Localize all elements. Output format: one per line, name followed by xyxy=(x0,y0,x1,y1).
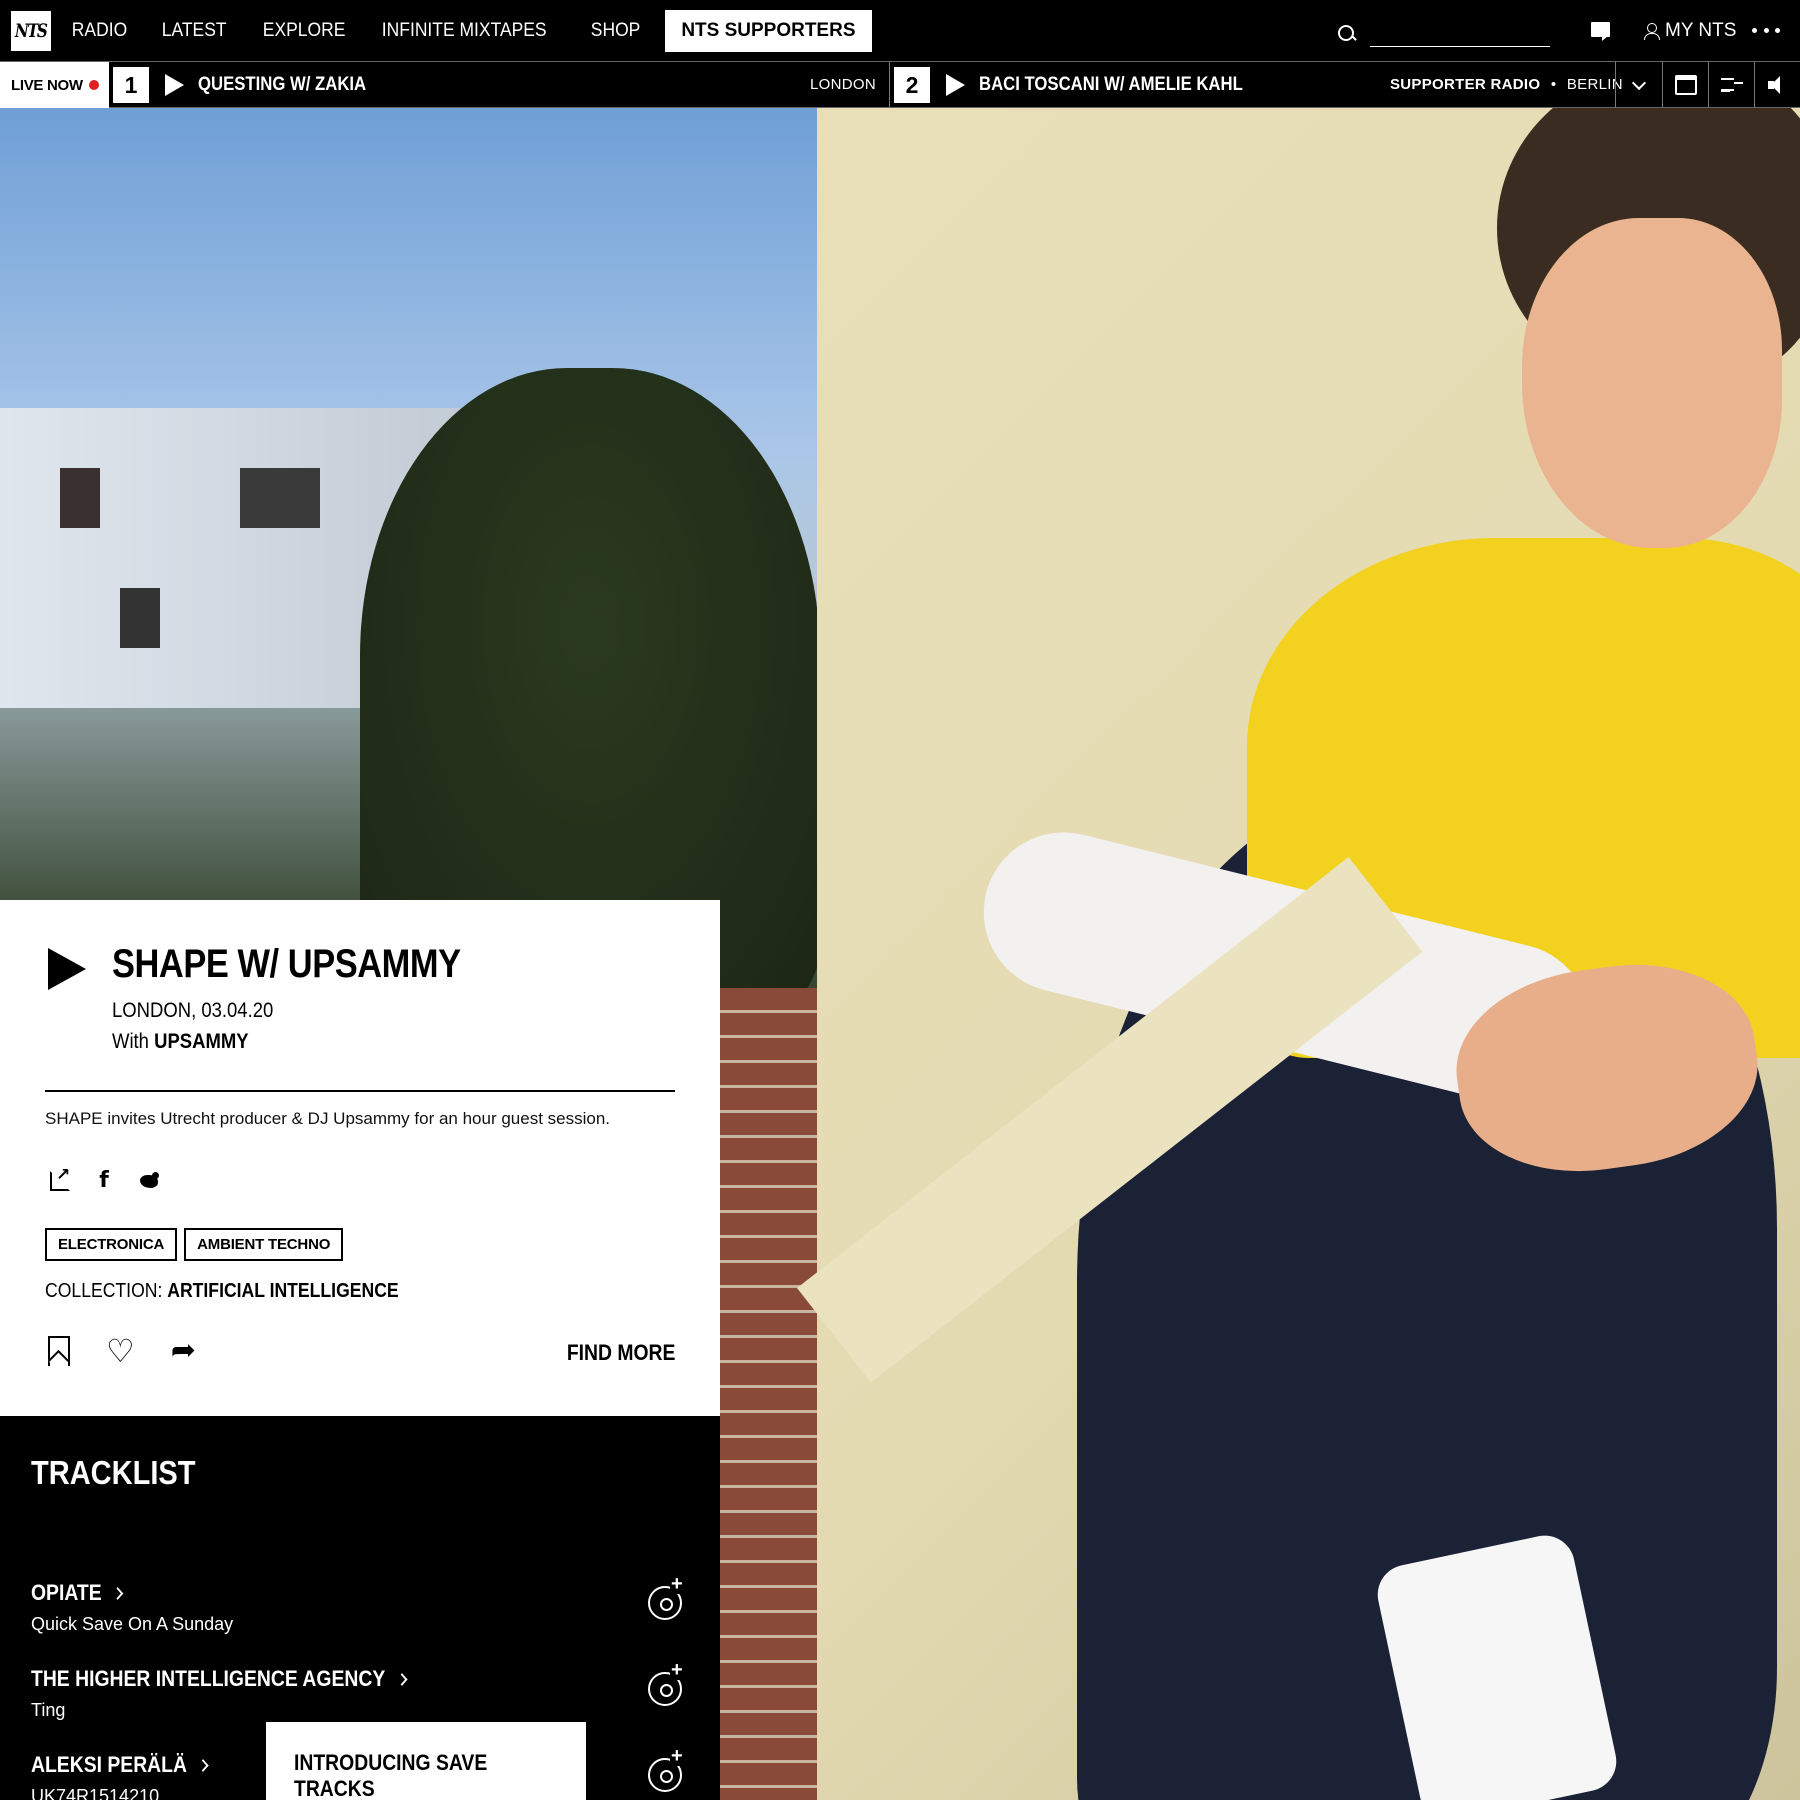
with-prefix: With xyxy=(112,1030,149,1053)
track-artist-link[interactable]: THE HIGHER INTELLIGENCE AGENCY xyxy=(31,1666,408,1692)
nav-link-radio[interactable]: Radio xyxy=(58,20,141,42)
host-link[interactable]: UPSAMMY xyxy=(154,1030,248,1053)
share-links: f xyxy=(50,1165,160,1192)
collection-link[interactable]: ARTIFICIAL INTELLIGENCE xyxy=(167,1280,398,1302)
channel-2-number: 2 xyxy=(894,67,930,103)
chevron-right-icon xyxy=(395,1672,408,1686)
channel-2-player[interactable]: 2 BACI TOSCANI W/ AMELIE KAHL xyxy=(894,62,1279,108)
twitter-icon[interactable] xyxy=(138,1171,160,1191)
channel-1-title: QUESTING W/ ZAKIA xyxy=(198,74,367,95)
nts-supporters-button[interactable]: NTS SUPPORTERS xyxy=(665,9,872,52)
genre-tag-ambient-techno[interactable]: AMBIENT TECHNO xyxy=(184,1228,344,1261)
bookmark-icon[interactable] xyxy=(48,1336,70,1366)
search-input[interactable] xyxy=(1370,18,1550,47)
facebook-icon[interactable]: f xyxy=(94,1170,114,1192)
show-actions: ♡ ➦ xyxy=(48,1335,196,1367)
playlist-icon xyxy=(1721,77,1743,93)
channel-1-player[interactable]: 1 QUESTING W/ ZAKIA xyxy=(113,62,389,108)
save-track-icon[interactable] xyxy=(648,1746,684,1792)
show-info-card: SHAPE W/ UPSAMMY LONDON, 03.04.20 With U… xyxy=(0,900,720,1416)
expand-schedule-button[interactable] xyxy=(1616,62,1662,108)
nav-link-latest[interactable]: Latest xyxy=(148,20,240,42)
track-artist-link[interactable]: ALEKSI PERÄLÄ xyxy=(31,1752,209,1778)
top-navigation: NTS Radio Latest Explore Infinite Mixtap… xyxy=(0,0,1800,61)
collection-label: COLLECTION: xyxy=(45,1280,163,1302)
nav-link-infinite-mixtapes[interactable]: Infinite Mixtapes xyxy=(368,20,560,42)
track-row: OPIATE Quick Save On A Sunday xyxy=(31,1574,691,1660)
live-dot-icon xyxy=(88,80,99,90)
genre-tags: ELECTRONICA AMBIENT TECHNO xyxy=(45,1228,344,1261)
channel-1-location: LONDON xyxy=(810,76,876,93)
channel-1-play-icon[interactable] xyxy=(165,74,184,96)
nts-logo[interactable]: NTS xyxy=(11,11,51,51)
play-icon[interactable] xyxy=(48,948,86,990)
chat-icon[interactable] xyxy=(1591,22,1610,41)
show-hosts: With UPSAMMY xyxy=(112,1030,249,1054)
save-track-icon[interactable] xyxy=(648,1574,684,1620)
track-title: Quick Save On A Sunday xyxy=(31,1614,234,1634)
divider xyxy=(889,62,890,108)
save-track-icon[interactable] xyxy=(648,1660,684,1706)
track-artist-link[interactable]: OPIATE xyxy=(31,1580,124,1606)
channel-2-meta: SUPPORTER RADIO • BERLIN xyxy=(1390,76,1623,93)
channel-2-play-icon[interactable] xyxy=(946,74,965,96)
external-link-icon[interactable] xyxy=(50,1165,70,1191)
live-bar: LIVE NOW 1 QUESTING W/ ZAKIA LONDON 2 BA… xyxy=(0,61,1800,108)
search xyxy=(1336,18,1550,48)
find-more-button[interactable]: FIND MORE xyxy=(566,1340,675,1366)
volume-button[interactable] xyxy=(1755,62,1800,108)
photo-brick-wall xyxy=(720,988,817,1800)
chevron-right-icon xyxy=(112,1586,124,1600)
tracklist-title: TRACKLIST xyxy=(31,1454,196,1491)
nav-links: Radio Latest Explore Infinite Mixtapes S… xyxy=(58,0,872,61)
show-title: SHAPE W/ UPSAMMY xyxy=(112,942,461,986)
channel-2-separator: • xyxy=(1550,76,1557,93)
collection: COLLECTION: ARTIFICIAL INTELLIGENCE xyxy=(45,1280,399,1303)
photo-figure-face xyxy=(1522,218,1782,548)
more-icon[interactable] xyxy=(1752,28,1780,34)
save-tracks-popup[interactable]: INTRODUCING SAVE TRACKS xyxy=(266,1722,586,1800)
show-location-date: LONDON, 03.04.20 xyxy=(112,999,274,1022)
my-nts-button[interactable]: MY NTS xyxy=(1644,18,1736,44)
nav-link-explore[interactable]: Explore xyxy=(249,20,359,42)
genre-tag-electronica[interactable]: ELECTRONICA xyxy=(45,1228,178,1261)
track-title: Ting xyxy=(31,1700,66,1720)
show-description: SHAPE invites Utrecht producer & DJ Upsa… xyxy=(45,1109,611,1128)
photo-right-panel xyxy=(797,108,1800,1800)
calendar-icon xyxy=(1675,75,1697,95)
search-icon[interactable] xyxy=(1336,22,1358,44)
heart-icon[interactable]: ♡ xyxy=(106,1335,135,1367)
channel-2-title: BACI TOSCANI W/ AMELIE KAHL xyxy=(979,74,1243,95)
track-title: UK74R1514210 xyxy=(31,1786,160,1800)
popup-text: INTRODUCING SAVE TRACKS xyxy=(294,1750,488,1800)
divider xyxy=(45,1090,675,1092)
chevron-right-icon xyxy=(197,1758,209,1772)
channel-2-label: SUPPORTER RADIO xyxy=(1390,76,1541,93)
volume-icon xyxy=(1768,76,1788,94)
nav-link-shop[interactable]: Shop xyxy=(577,20,654,42)
share-icon[interactable]: ➦ xyxy=(171,1336,196,1366)
my-nts-label: MY NTS xyxy=(1665,20,1737,41)
chevron-down-icon xyxy=(1631,75,1647,90)
queue-button[interactable] xyxy=(1709,62,1755,108)
schedule-button[interactable] xyxy=(1663,62,1709,108)
channel-1-number: 1 xyxy=(113,67,149,103)
live-now-label: LIVE NOW xyxy=(0,62,109,108)
user-icon xyxy=(1644,22,1660,40)
